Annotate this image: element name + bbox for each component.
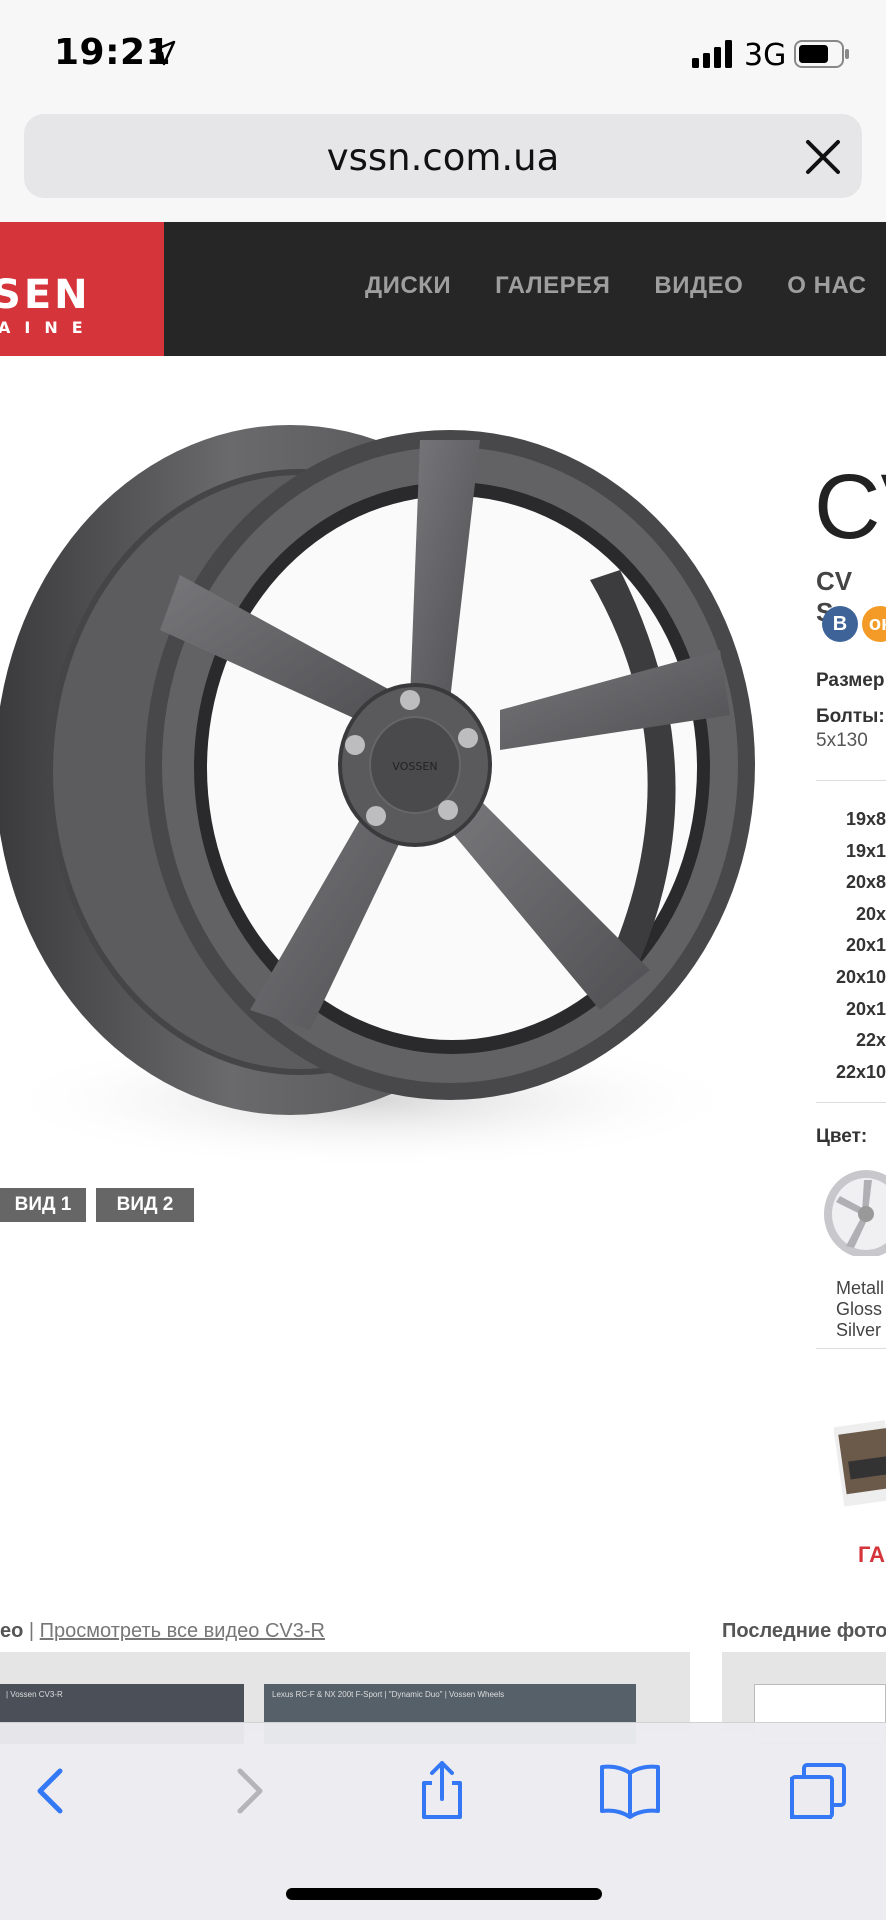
- logo-text: SSEN: [0, 272, 91, 318]
- status-bar: 19:21 3G: [0, 0, 886, 110]
- view-1-button[interactable]: ВИД 1: [0, 1188, 86, 1222]
- size-item[interactable]: 22x10: [800, 1057, 886, 1089]
- bookmarks-icon[interactable]: [598, 1759, 662, 1823]
- site-logo[interactable]: SSEN AINE: [0, 222, 164, 356]
- location-arrow-icon: [150, 40, 176, 66]
- bolts-label: Болты:: [816, 706, 885, 727]
- view-buttons: ВИД 1 ВИД 2: [0, 1188, 194, 1222]
- color-name: Metall Gloss Silver: [836, 1278, 884, 1341]
- share-icon[interactable]: [410, 1759, 474, 1823]
- nav-item-disks[interactable]: ДИСКИ: [365, 272, 451, 300]
- url-field[interactable]: vssn.com.ua: [24, 114, 862, 198]
- nav-item-gallery[interactable]: ГАЛЕРЕЯ: [495, 272, 610, 300]
- divider: [816, 1348, 886, 1349]
- battery-icon: [794, 40, 849, 68]
- nav-item-about[interactable]: О НАС: [787, 272, 866, 300]
- divider: [816, 1102, 886, 1103]
- browser-address-area: vssn.com.ua: [0, 110, 886, 222]
- url-text[interactable]: vssn.com.ua: [24, 136, 862, 179]
- close-icon[interactable]: [804, 138, 842, 176]
- view-2-button[interactable]: ВИД 2: [96, 1188, 194, 1222]
- back-icon[interactable]: [20, 1759, 84, 1823]
- video-section-header: ео | Просмотреть все видео CV3-R: [0, 1620, 325, 1643]
- photo-panel: [722, 1652, 886, 1744]
- all-videos-link[interactable]: Просмотреть все видео CV3-R: [40, 1620, 325, 1642]
- size-item[interactable]: 20x: [800, 899, 886, 931]
- home-indicator[interactable]: [286, 1888, 602, 1900]
- color-label: Цвет:: [816, 1126, 868, 1147]
- size-label: Размер: [816, 670, 885, 691]
- size-item[interactable]: 20x1: [800, 994, 886, 1026]
- color-swatch-wheel[interactable]: [816, 1166, 886, 1256]
- wheel-logo-text: VOSSEN: [392, 760, 437, 773]
- size-item[interactable]: 19x8: [800, 804, 886, 836]
- separator: |: [28, 1620, 35, 1642]
- latest-photos-title: Последние фото: [722, 1620, 886, 1642]
- size-item[interactable]: 20x1: [800, 930, 886, 962]
- gallery-link[interactable]: ГА: [858, 1542, 885, 1568]
- size-item[interactable]: 19x1: [800, 836, 886, 868]
- video-panel: | Vossen CV3-R Lexus RC-F & NX 200t F-Sp…: [0, 1652, 690, 1744]
- network-type: 3G: [744, 38, 787, 73]
- product-title: CV: [814, 456, 886, 558]
- ok-share-button[interactable]: ок: [862, 606, 886, 642]
- forward-icon[interactable]: [216, 1759, 280, 1823]
- page: 19:21 3G vssn.com.ua SSEN AINE: [0, 0, 886, 1920]
- nav-item-video[interactable]: ВИДЕО: [654, 272, 743, 300]
- main-nav: ДИСКИ ГАЛЕРЕЯ ВИДЕО О НАС: [365, 272, 867, 300]
- site-header: SSEN AINE ДИСКИ ГАЛЕРЕЯ ВИДЕО О НАС: [0, 222, 886, 356]
- color-name-line: Gloss: [836, 1299, 883, 1319]
- divider: [816, 780, 886, 781]
- size-list: 19x8 19x1 20x8 20x 20x1 20x10 20x1 22x 2…: [800, 804, 886, 1088]
- vk-share-button[interactable]: В: [822, 606, 858, 642]
- video-title-fragment: ео: [0, 1620, 24, 1642]
- size-item[interactable]: 20x8: [800, 867, 886, 899]
- logo-subtext: AINE: [0, 318, 97, 337]
- color-name-line: Metall: [836, 1278, 885, 1298]
- video-caption: | Vossen CV3-R: [6, 1690, 63, 1699]
- signal-bars-icon: [692, 40, 732, 68]
- video-caption: Lexus RC-F & NX 200t F-Sport | "Dynamic …: [272, 1690, 505, 1699]
- size-item[interactable]: 22x: [800, 1025, 886, 1057]
- size-item[interactable]: 20x10: [800, 962, 886, 994]
- gallery-thumbnail[interactable]: [834, 1410, 886, 1510]
- wheel-image: VOSSEN: [0, 425, 755, 1170]
- color-name-line: Silver: [836, 1320, 882, 1340]
- tabs-icon[interactable]: [786, 1759, 850, 1823]
- bolts-value: 5x130: [816, 730, 868, 751]
